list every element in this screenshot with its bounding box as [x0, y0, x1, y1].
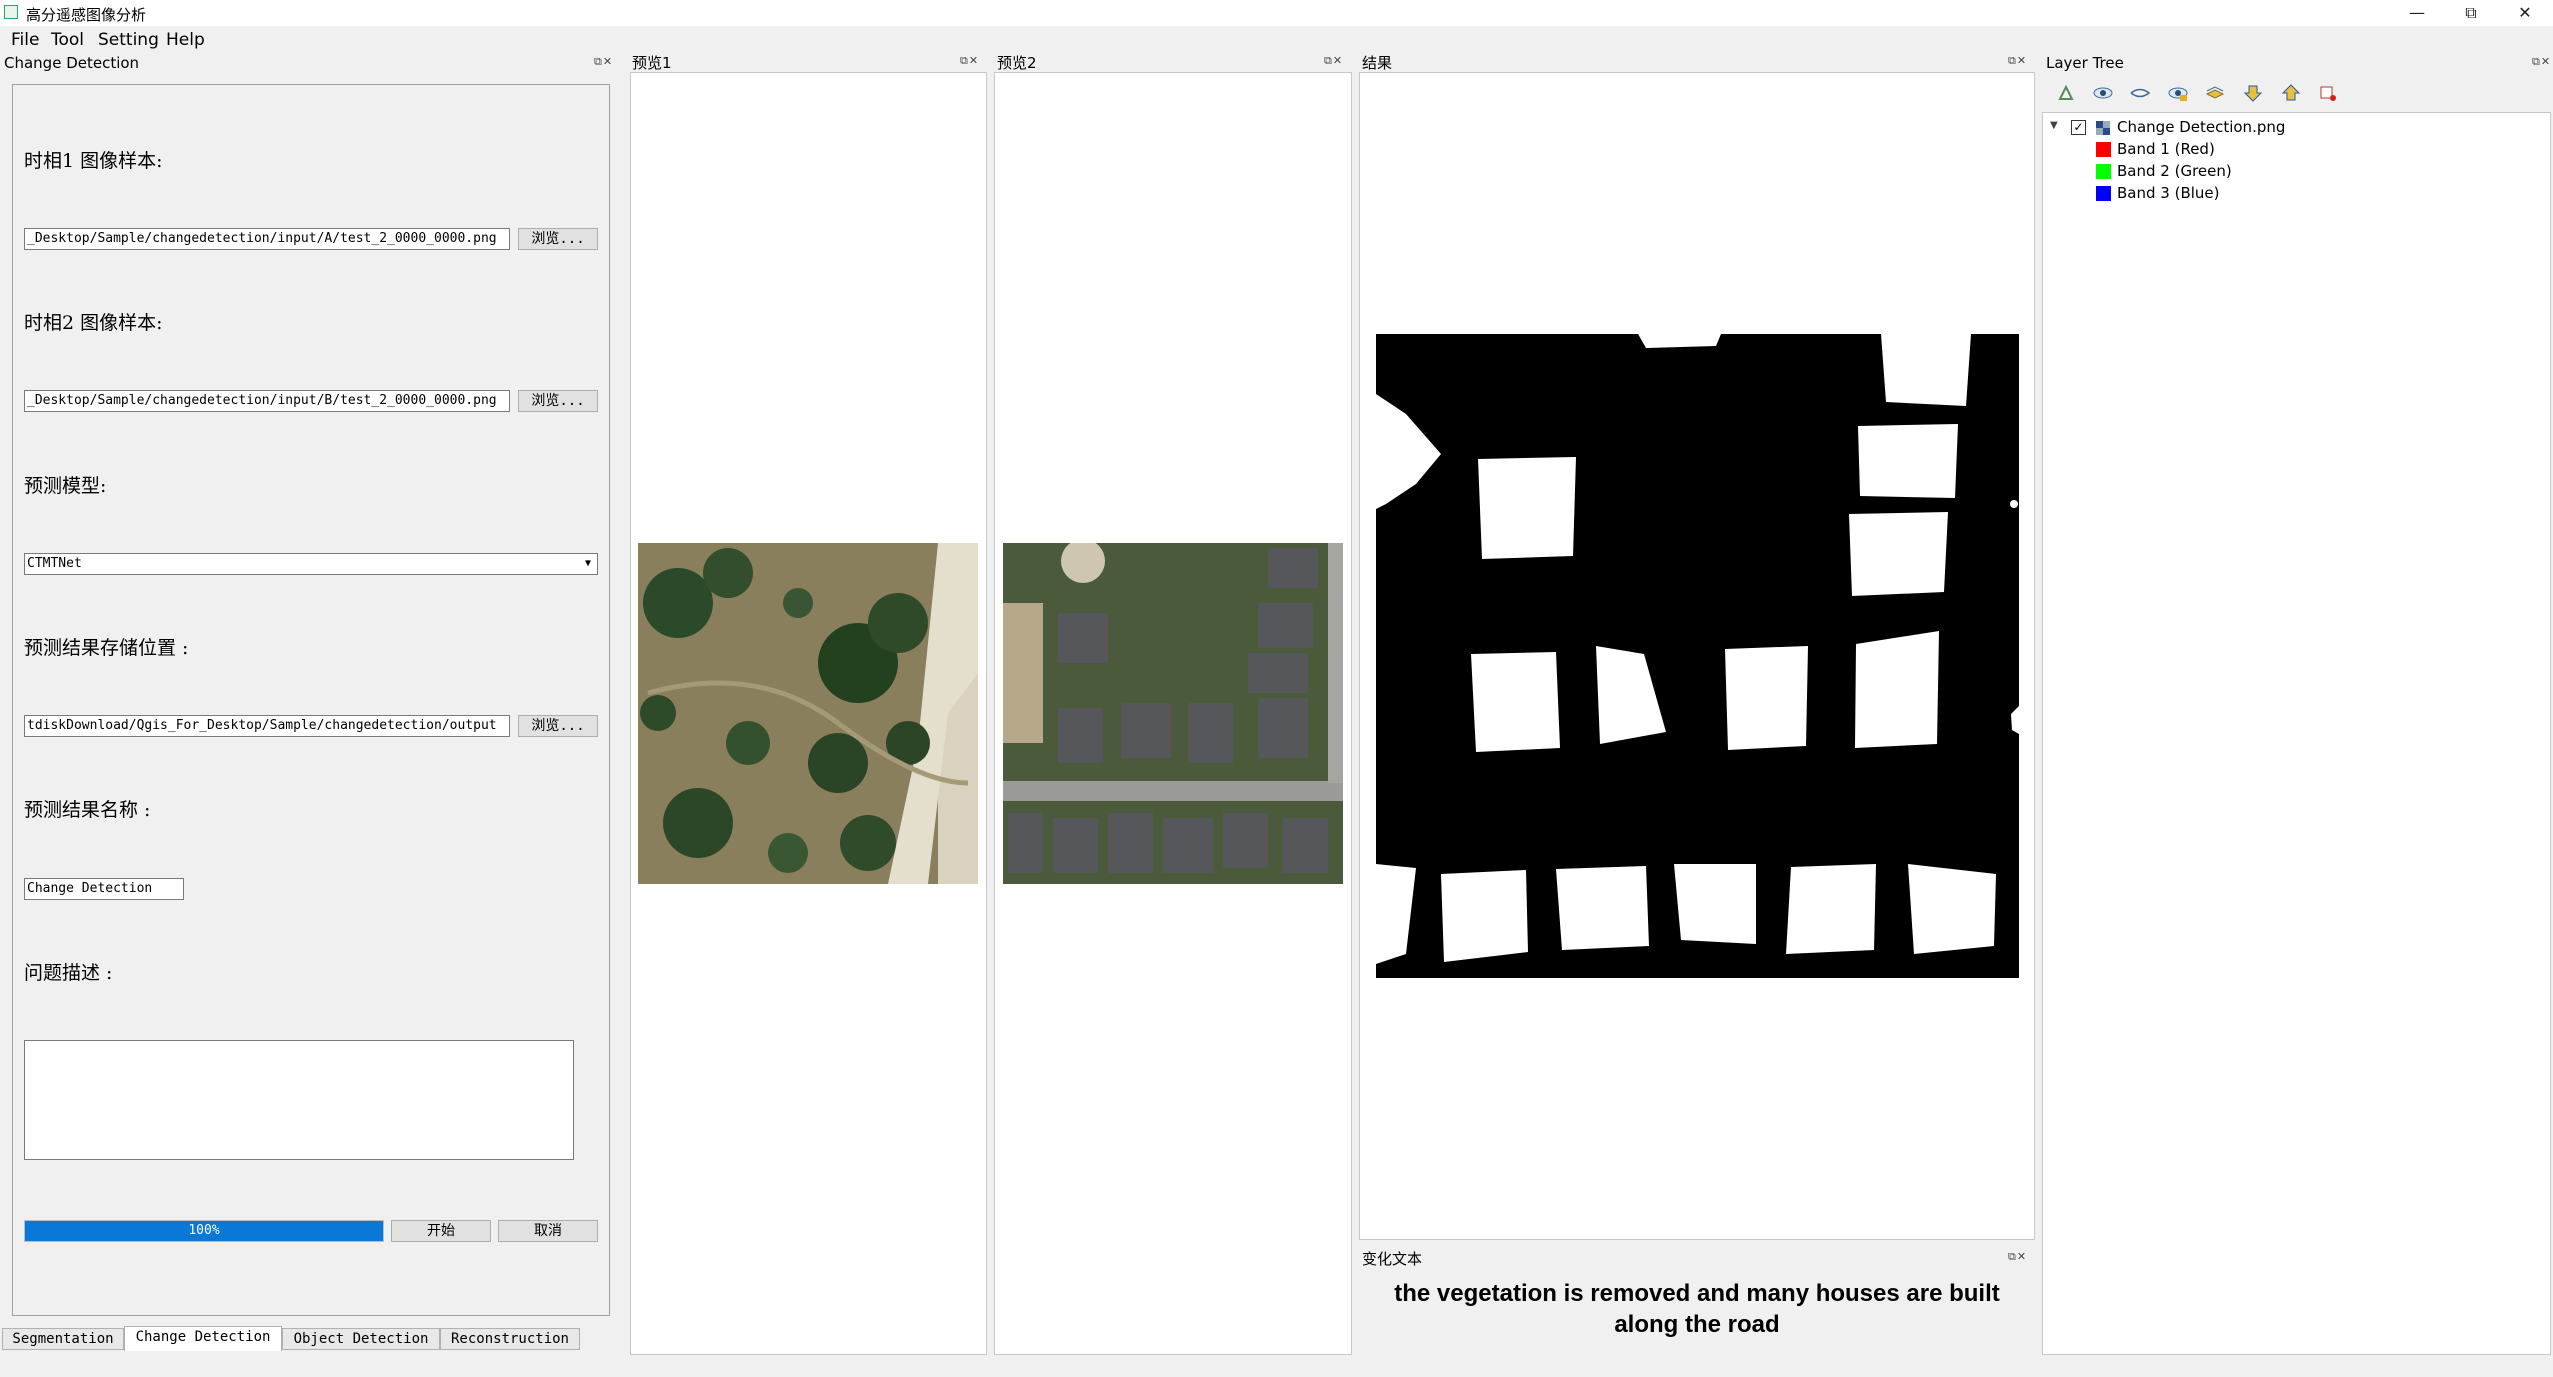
chevron-down-icon: ▼ [584, 558, 591, 569]
menu-file[interactable]: File [11, 30, 39, 50]
cancel-button[interactable]: 取消 [498, 1220, 598, 1242]
tab-change-detection[interactable]: Change Detection [124, 1326, 282, 1351]
move-up-icon[interactable] [2281, 84, 2301, 102]
band-3-swatch [2096, 186, 2111, 201]
menu-tool[interactable]: Tool [51, 30, 84, 50]
restore-button[interactable]: ⧉ [2448, 0, 2494, 26]
left-dock-buttons[interactable]: ⧉✕ [594, 55, 613, 69]
description-textarea[interactable] [24, 1040, 574, 1160]
layer-root-label[interactable]: Change Detection.png [2117, 118, 2285, 136]
t2-browse-button[interactable]: 浏览... [518, 390, 598, 412]
preview2-dock-buttons[interactable]: ⧉✕ [1324, 54, 1343, 68]
layer-style-icon[interactable] [2205, 84, 2225, 102]
left-dock-title: Change Detection [4, 54, 140, 72]
move-down-icon[interactable] [2243, 84, 2263, 102]
layer-checkbox[interactable]: ✓ [2071, 120, 2086, 135]
window-title: 高分遥感图像分析 [26, 6, 147, 24]
menu-setting[interactable]: Setting [98, 30, 159, 50]
preview1-title: 预览1 [632, 54, 672, 72]
model-select[interactable]: CTMTNet ▼ [24, 553, 598, 575]
t2-label: 时相2 图像样本: [24, 312, 163, 334]
t2-path-input[interactable]: _Desktop/Sample/changedetection/input/B/… [24, 390, 510, 412]
minimize-button[interactable]: — [2394, 0, 2440, 26]
layer-tree-title: Layer Tree [2046, 54, 2124, 72]
output-label: 预测结果存储位置 : [24, 637, 189, 659]
band-1-label[interactable]: Band 1 (Red) [2117, 140, 2215, 158]
preview2-title: 预览2 [997, 54, 1037, 72]
result-name-input[interactable]: Change Detection [24, 878, 184, 900]
band-1-swatch [2096, 142, 2111, 157]
preview2-image[interactable] [1003, 543, 1343, 884]
layer-tree-panel [2042, 112, 2551, 1355]
band-3-label[interactable]: Band 3 (Blue) [2117, 184, 2220, 202]
eye-closed-icon[interactable] [2130, 84, 2151, 102]
result-name-label: 预测结果名称 : [24, 799, 151, 821]
raster-layer-icon [2096, 120, 2110, 135]
t1-browse-button[interactable]: 浏览... [518, 228, 598, 250]
change-text-content: the vegetation is removed and many house… [1394, 1280, 2000, 1338]
remove-layer-icon[interactable] [2318, 84, 2338, 102]
app-icon [4, 5, 18, 19]
model-select-value: CTMTNet [27, 556, 82, 571]
menu-help[interactable]: Help [166, 30, 205, 50]
result-dock-buttons[interactable]: ⧉✕ [2008, 54, 2027, 68]
tab-segmentation[interactable]: Segmentation [2, 1328, 124, 1350]
tab-object-detection[interactable]: Object Detection [282, 1328, 440, 1350]
close-button[interactable]: ✕ [2502, 0, 2548, 26]
band-2-swatch [2096, 164, 2111, 179]
result-title: 结果 [1362, 54, 1393, 72]
change-text-dock-buttons[interactable]: ⧉✕ [2008, 1250, 2027, 1264]
title-bar: 高分遥感图像分析 — ⧉ ✕ [0, 0, 2553, 26]
menu-bar: File Tool Setting Help [0, 26, 2553, 52]
result-image[interactable] [1376, 334, 2019, 978]
model-label: 预测模型: [24, 475, 107, 497]
output-browse-button[interactable]: 浏览... [518, 715, 598, 737]
add-layer-icon[interactable] [2056, 84, 2076, 102]
t1-label: 时相1 图像样本: [24, 150, 163, 172]
start-button[interactable]: 开始 [391, 1220, 491, 1242]
change-text-title: 变化文本 [1362, 1250, 1423, 1268]
eye-filter-icon[interactable] [2168, 84, 2188, 102]
tab-reconstruction[interactable]: Reconstruction [440, 1328, 580, 1350]
eye-icon[interactable] [2093, 84, 2113, 102]
t1-path-input[interactable]: _Desktop/Sample/changedetection/input/A/… [24, 228, 510, 250]
preview1-image[interactable] [638, 543, 978, 884]
progress-label: 100% [188, 1223, 220, 1238]
layer-tree-dock-buttons[interactable]: ⧉✕ [2532, 55, 2551, 69]
description-label: 问题描述 : [24, 962, 113, 984]
band-2-label[interactable]: Band 2 (Green) [2117, 162, 2232, 180]
expand-arrow-icon[interactable]: ▼ [2050, 120, 2058, 131]
progress-bar: 100% [24, 1220, 384, 1242]
preview1-dock-buttons[interactable]: ⧉✕ [960, 54, 979, 68]
output-path-input[interactable]: tdiskDownload/Qgis_For_Desktop/Sample/ch… [24, 715, 510, 737]
